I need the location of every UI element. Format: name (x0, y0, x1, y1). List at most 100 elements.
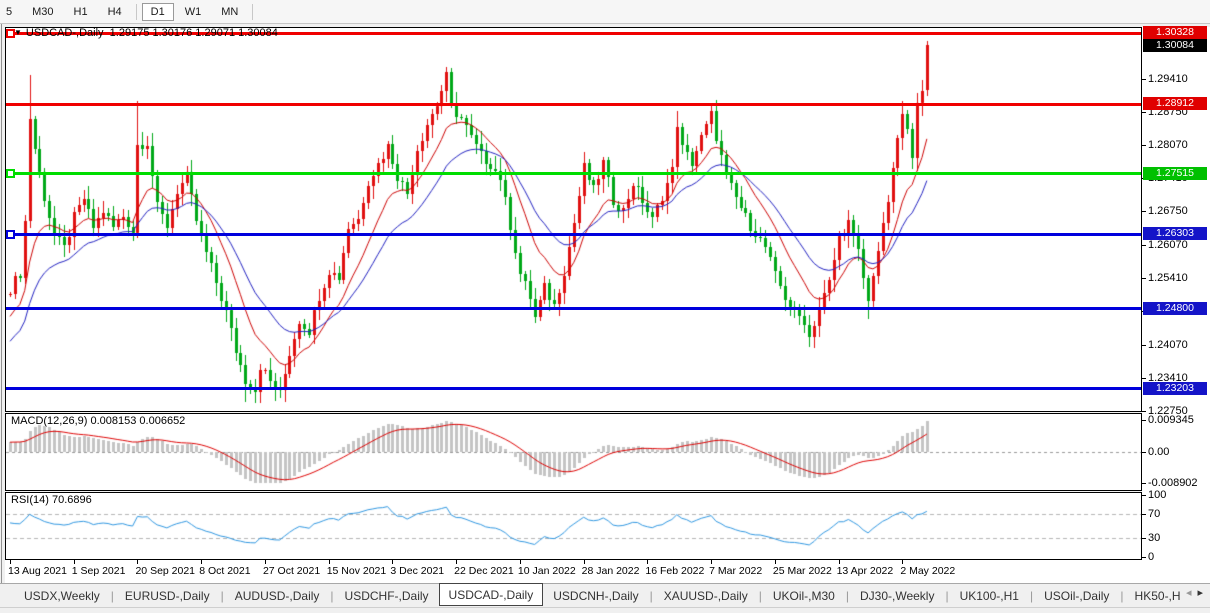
toolbar-divider (252, 4, 253, 20)
date-label: 13 Aug 2021 (8, 565, 67, 577)
price-tick (1142, 112, 1146, 113)
price-tick (1142, 79, 1146, 80)
line-handle-icon[interactable] (6, 230, 15, 239)
date-tick (520, 560, 521, 564)
date-tick (711, 560, 712, 564)
date-label: 28 Jan 2022 (582, 565, 640, 577)
hline-1.23203[interactable] (6, 387, 1141, 390)
timeframe-button-h4[interactable]: H4 (99, 3, 131, 21)
date-label: 10 Jan 2022 (518, 565, 576, 577)
hline-1.26303[interactable] (6, 233, 1141, 236)
tab-usdcnh-daily[interactable]: USDCNH-,Daily (543, 585, 648, 607)
chart-title: ▼ USDCAD-,Daily 1.29175 1.30176 1.29071 1… (14, 27, 278, 39)
chart-ohlc-readout: 1.29175 1.30176 1.29071 1.30084 (110, 27, 278, 39)
date-label: 22 Dec 2021 (454, 565, 514, 577)
macd-axis-label: -0.008902 (1148, 477, 1198, 489)
timeframe-button-d1[interactable]: D1 (142, 3, 174, 21)
rsi-tick (1142, 557, 1146, 558)
candlestick-chart-canvas[interactable] (6, 28, 1141, 411)
tab-usdcad-daily[interactable]: USDCAD-,Daily (439, 583, 544, 606)
tab-hk50-h[interactable]: HK50-,H (1125, 585, 1191, 607)
macd-axis-label: 0.00 (1148, 446, 1169, 458)
tab-xauusd-daily[interactable]: XAUUSD-,Daily (654, 585, 758, 607)
hline-1.27515[interactable] (6, 172, 1141, 175)
rsi-axis-label: 30 (1148, 532, 1160, 544)
timeframe-button-5[interactable]: 5 (0, 3, 21, 21)
date-label: 25 Mar 2022 (773, 565, 832, 577)
window-bottom-strip (0, 607, 1210, 613)
window-edge (1, 0, 2, 612)
date-tick (839, 560, 840, 564)
date-tick (10, 560, 11, 564)
date-label: 27 Oct 2021 (263, 565, 320, 577)
toolbar-divider (136, 4, 137, 20)
rsi-axis-label: 100 (1148, 489, 1166, 501)
price-badge: 1.28912 (1143, 97, 1207, 110)
date-tick (137, 560, 138, 564)
tab-scroll-left-icon[interactable]: ◂ (1186, 587, 1192, 599)
rsi-canvas[interactable] (6, 493, 1141, 559)
date-tick (201, 560, 202, 564)
tab-separator: | (1030, 589, 1033, 603)
date-tick (902, 560, 903, 564)
date-label: 2 May 2022 (900, 565, 955, 577)
date-label: 20 Sep 2021 (135, 565, 195, 577)
price-tick-label: 1.26070 (1148, 239, 1188, 251)
price-tick (1142, 278, 1146, 279)
timeframe-toolbar: 5M30H1H4 D1W1MN (0, 0, 1210, 24)
hline-1.24800[interactable] (6, 307, 1141, 310)
date-tick (74, 560, 75, 564)
date-tick (265, 560, 266, 564)
timeframe-button-mn[interactable]: MN (212, 3, 247, 21)
tab-ukoil-m30[interactable]: UKOil-,M30 (763, 585, 845, 607)
tab-separator: | (111, 589, 114, 603)
price-tick (1142, 378, 1146, 379)
macd-name: MACD(12,26,9) (11, 415, 87, 427)
date-label: 7 Mar 2022 (709, 565, 762, 577)
chart-symbol-label: USDCAD-,Daily (26, 27, 104, 39)
price-tick-label: 1.25410 (1148, 272, 1188, 284)
macd-tick (1142, 420, 1146, 421)
tab-separator: | (330, 589, 333, 603)
macd-tick (1142, 452, 1146, 453)
timeframe-button-h1[interactable]: H1 (65, 3, 97, 21)
timeframe-button-m30[interactable]: M30 (23, 3, 62, 21)
symbol-dropdown-icon[interactable]: ▼ (14, 28, 22, 37)
tab-audusd-daily[interactable]: AUDUSD-,Daily (225, 585, 330, 607)
tab-uk100-h1[interactable]: UK100-,H1 (950, 585, 1029, 607)
tab-dj30-weekly[interactable]: DJ30-,Weekly (850, 585, 944, 607)
rsi-value: 70.6896 (52, 494, 92, 506)
date-tick (456, 560, 457, 564)
tab-eurusd-daily[interactable]: EURUSD-,Daily (115, 585, 220, 607)
tab-separator: | (846, 589, 849, 603)
rsi-tick (1142, 495, 1146, 496)
price-tick (1142, 345, 1146, 346)
rsi-axis-label: 70 (1148, 508, 1160, 520)
date-label: 1 Sep 2021 (72, 565, 126, 577)
rsi-tick (1142, 514, 1146, 515)
price-tick-label: 1.28070 (1148, 139, 1188, 151)
tab-usdx-weekly[interactable]: USDX,Weekly (14, 585, 110, 607)
tab-separator: | (945, 589, 948, 603)
main-chart-panel[interactable] (5, 27, 1142, 412)
rsi-panel[interactable] (5, 492, 1142, 560)
rsi-axis-label: 0 (1148, 551, 1154, 563)
price-tick-label: 1.29410 (1148, 73, 1188, 85)
price-tick-label: 1.26750 (1148, 205, 1188, 217)
price-badge: 1.27515 (1143, 167, 1207, 180)
tab-separator: | (1120, 589, 1123, 603)
timeframe-button-w1[interactable]: W1 (176, 3, 211, 21)
tab-usdchf-daily[interactable]: USDCHF-,Daily (335, 585, 439, 607)
tab-scroll-right-icon[interactable]: ▸ (1197, 587, 1203, 599)
rsi-tick (1142, 538, 1146, 539)
macd-values: 0.008153 0.006652 (90, 415, 185, 427)
price-tick-label: 1.24070 (1148, 339, 1188, 351)
price-badge: 1.24800 (1143, 302, 1207, 315)
hline-1.28912[interactable] (6, 103, 1141, 106)
price-tick (1142, 245, 1146, 246)
line-handle-icon[interactable] (6, 169, 15, 178)
rsi-name: RSI(14) (11, 494, 49, 506)
symbol-tab-bar: USDX,Weekly|EURUSD-,Daily|AUDUSD-,Daily|… (0, 583, 1210, 607)
tab-usoil-daily[interactable]: USOil-,Daily (1034, 585, 1119, 607)
tab-separator: | (221, 589, 224, 603)
